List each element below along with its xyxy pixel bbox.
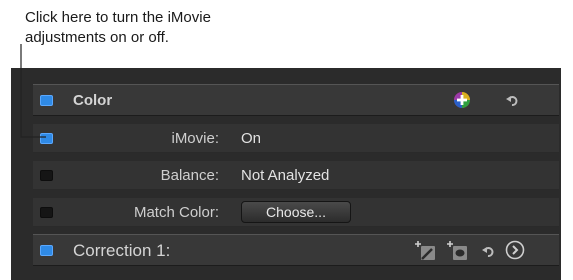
color-section-title: Color xyxy=(73,92,113,109)
imovie-row: iMovie: On xyxy=(33,124,559,153)
imovie-value: On xyxy=(241,130,262,147)
color-section-checkbox[interactable] xyxy=(40,95,53,106)
mask-add-icon[interactable] xyxy=(447,240,469,267)
callout-text: Click here to turn the iMovie adjustment… xyxy=(25,8,211,48)
match-color-label: Match Color: xyxy=(133,204,219,221)
balance-row: Balance: Not Analyzed xyxy=(33,161,559,190)
balance-label: Balance: xyxy=(160,167,219,184)
reset-arrow-icon[interactable] xyxy=(505,93,519,112)
correction-checkbox[interactable] xyxy=(40,245,53,256)
color-section-header[interactable]: Color xyxy=(33,84,559,116)
correction-title: Correction 1: xyxy=(73,241,171,260)
color-inspector-panel: Color iMovie: On Balance: Not Analyzed M… xyxy=(11,68,561,280)
color-wheel-add-icon[interactable] xyxy=(453,91,471,114)
match-color-checkbox[interactable] xyxy=(40,207,53,218)
correction-header[interactable]: Correction 1: xyxy=(33,234,559,266)
callout-line-2: adjustments on or off. xyxy=(25,29,169,46)
balance-checkbox[interactable] xyxy=(40,170,53,181)
show-arrow-icon[interactable] xyxy=(505,240,525,265)
choose-button[interactable]: Choose... xyxy=(241,201,351,223)
imovie-label: iMovie: xyxy=(171,130,219,147)
callout-line-1: Click here to turn the iMovie xyxy=(25,9,211,26)
magic-wand-add-icon[interactable] xyxy=(415,240,437,267)
imovie-checkbox[interactable] xyxy=(40,133,53,144)
reset-arrow-icon[interactable] xyxy=(481,244,495,263)
match-color-row: Match Color: Choose... xyxy=(33,198,559,227)
balance-value: Not Analyzed xyxy=(241,167,330,184)
